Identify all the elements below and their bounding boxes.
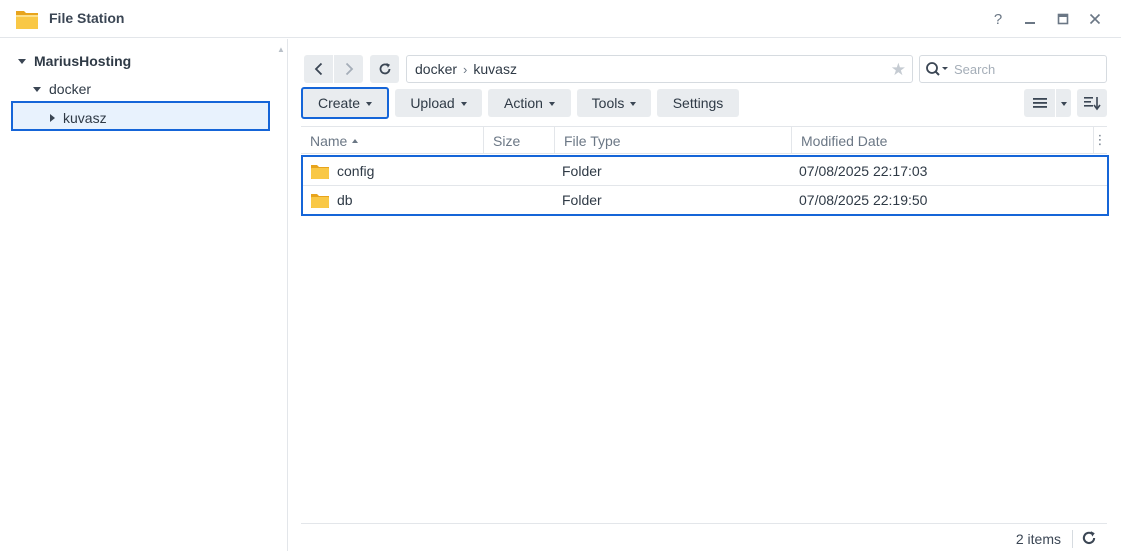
file-modified: 07/08/2025 22:19:50 [799,192,928,208]
tree-item-label: kuvasz [63,110,107,126]
column-header-size[interactable]: Size [484,127,555,154]
settings-label: Settings [672,95,724,111]
close-icon [1089,13,1101,25]
search-icon [926,62,948,76]
tools-label: Tools [591,95,625,111]
maximize-button[interactable] [1053,9,1073,29]
action-label: Action [504,95,543,111]
file-list: config Folder 07/08/2025 22:17:03 db Fol… [301,155,1109,216]
help-icon: ? [993,10,1003,28]
column-header-label: File Type [564,132,621,149]
sort-button[interactable] [1077,89,1107,117]
tools-button[interactable]: Tools [577,89,651,117]
file-name: db [337,192,353,208]
tree-item-label: docker [49,81,92,97]
tree-item-docker[interactable]: docker [0,75,288,103]
minimize-button[interactable] [1020,9,1040,29]
tree-item-kuvasz[interactable]: kuvasz [0,104,288,132]
chevron-down-icon [460,101,467,106]
column-header-file-type[interactable]: File Type [555,127,792,154]
tree-item-label: MariusHosting [34,53,132,69]
refresh-button[interactable] [370,55,399,83]
refresh-icon[interactable] [1081,530,1097,546]
refresh-icon [379,63,390,75]
search-input[interactable] [954,61,1094,77]
file-type: Folder [562,192,602,208]
table-header: Name Size File Type Modified Date [301,126,1107,154]
column-header-name[interactable]: Name [301,127,484,154]
collapsed-arrow-icon[interactable] [50,114,55,122]
app-title: File Station [49,10,125,26]
path-segment-docker[interactable]: docker [415,61,457,77]
close-button[interactable] [1085,9,1105,29]
chevron-down-icon [548,101,555,106]
path-segment-kuvasz[interactable]: kuvasz [473,61,517,77]
action-button[interactable]: Action [488,89,571,117]
expanded-arrow-icon[interactable] [33,86,41,92]
title-bar: File Station ? [0,0,1121,38]
column-header-modified-date[interactable]: Modified Date [792,127,1094,154]
divider [1072,530,1073,548]
star-icon[interactable]: ★ [891,60,906,80]
path-bar[interactable]: docker › kuvasz ★ [406,55,913,83]
chevron-down-icon [1060,101,1067,106]
item-count: 2 items [1015,531,1061,547]
expanded-arrow-icon[interactable] [18,58,26,64]
file-name: config [337,163,375,179]
create-button[interactable]: Create [301,87,389,119]
table-row[interactable]: config Folder 07/08/2025 22:17:03 [303,157,1107,185]
upload-label: Upload [410,95,455,111]
view-mode-dropdown[interactable] [1056,89,1071,117]
back-button[interactable] [304,55,333,83]
help-button[interactable]: ? [988,9,1008,29]
column-menu-icon[interactable]: ⋮ [1093,126,1107,154]
status-bar: 2 items [301,523,1107,551]
column-header-label: Size [493,132,521,149]
chevron-down-icon [630,101,637,106]
chevron-right-icon [345,62,353,76]
chevron-left-icon [314,62,322,76]
folder-icon [311,186,329,214]
file-type: Folder [562,163,602,179]
table-row[interactable]: db Folder 07/08/2025 22:19:50 [303,185,1107,213]
column-header-label: Modified Date [801,132,888,149]
settings-button[interactable]: Settings [657,89,739,117]
sort-icon [1084,97,1101,111]
view-mode-button[interactable] [1024,89,1055,117]
sidebar: ▲ MariusHosting docker kuvasz [0,39,288,551]
create-label: Create [317,95,361,111]
path-separator: › [463,61,468,77]
maximize-icon [1057,13,1069,25]
folder-app-icon [16,11,38,29]
search-options-button[interactable] [920,56,954,82]
upload-button[interactable]: Upload [395,89,482,117]
minimize-icon [1025,22,1035,24]
file-modified: 07/08/2025 22:17:03 [799,163,928,179]
folder-icon [311,157,329,185]
column-header-label: Name [310,132,348,149]
list-view-icon [1032,98,1047,108]
chevron-down-icon [366,101,373,106]
tree-item-mariushosting[interactable]: MariusHosting [0,47,288,75]
forward-button[interactable] [334,55,363,83]
search-box [919,55,1107,83]
sort-ascending-icon [352,138,359,143]
